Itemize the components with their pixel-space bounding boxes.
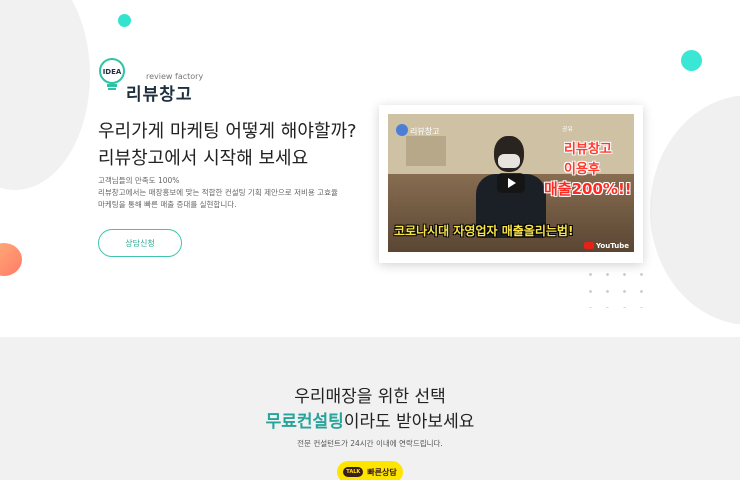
- kakao-quick-consult-button[interactable]: TALK 빠른상담: [337, 461, 403, 480]
- kakao-talk-icon: TALK: [343, 467, 364, 477]
- section-note: 전문 컨설턴트가 24시간 이내에 연락드립니다.: [297, 439, 443, 448]
- hero-section: IDEA review factory 리뷰창고 우리가게 마케팅 어떻게 해야…: [0, 0, 740, 337]
- section-title: 우리매장을 위한 선택: [294, 387, 446, 407]
- desc-line: 리뷰창고에서는 매장홍보에 맞는 적합한 컨설팅 기획 제안으로 저비용 고효율: [98, 188, 338, 197]
- video-channel-title[interactable]: 리뷰창고: [410, 126, 439, 137]
- hero-headline: 우리가게 마케팅 어떻게 해야할까? 리뷰창고에서 시작해 보세요: [98, 118, 357, 172]
- decorative-dot: [0, 243, 22, 276]
- hero-description: 고객님들의 만족도 100% 리뷰창고에서는 매장홍보에 맞는 적합한 컨설팅 …: [98, 175, 368, 211]
- logo-bulb-text: IDEA: [103, 68, 122, 76]
- video-overlay-caption: 코로나시대 자영업자 매출올리는법!: [394, 224, 574, 238]
- lightbulb-icon: IDEA: [99, 58, 125, 90]
- decorative-arc: [650, 95, 740, 325]
- highlight-text: 무료컨설팅: [265, 412, 344, 432]
- video-overlay-text: 이용후: [564, 162, 600, 177]
- decorative-dot: [118, 14, 131, 27]
- kakao-button-label: 빠른상담: [367, 467, 397, 477]
- decorative-arc: [0, 0, 90, 190]
- desc-line: 마케팅을 통해 빠른 매출 증대를 실현합니다.: [98, 200, 237, 209]
- desc-line: 고객님들의 만족도 100%: [98, 176, 180, 185]
- video-overlay-text: 리뷰창고: [564, 142, 612, 157]
- video-overlay-text: 매출200%!!: [544, 180, 632, 198]
- decorative-dot-grid: [582, 266, 652, 308]
- free-consulting-section: 우리매장을 위한 선택 무료컨설팅이라도 받아보세요 전문 컨설턴트가 24시간…: [0, 337, 740, 480]
- subtitle-rest: 이라도 받아보세요: [343, 412, 475, 432]
- youtube-video-embed[interactable]: 리뷰창고 공유 리뷰창고 이용후 매출200%!! 코로나시대 자영업자 매출올…: [388, 114, 634, 252]
- share-label[interactable]: 공유: [562, 124, 573, 133]
- youtube-icon: [584, 242, 594, 249]
- site-logo[interactable]: IDEA review factory 리뷰창고: [98, 58, 208, 105]
- logo-name: 리뷰창고: [126, 85, 193, 105]
- play-icon[interactable]: [497, 173, 525, 193]
- youtube-logo[interactable]: YouTube: [584, 242, 629, 250]
- consult-request-button[interactable]: 상담신청: [98, 229, 182, 257]
- channel-avatar[interactable]: [396, 124, 408, 136]
- headline-line: 리뷰창고에서 시작해 보세요: [98, 148, 309, 169]
- decorative-dot: [681, 50, 702, 71]
- youtube-label: YouTube: [596, 242, 629, 250]
- section-subtitle: 무료컨설팅이라도 받아보세요: [0, 407, 740, 432]
- headline-line: 우리가게 마케팅 어떻게 해야할까?: [98, 121, 357, 142]
- video-card: 리뷰창고 공유 리뷰창고 이용후 매출200%!! 코로나시대 자영업자 매출올…: [379, 105, 643, 263]
